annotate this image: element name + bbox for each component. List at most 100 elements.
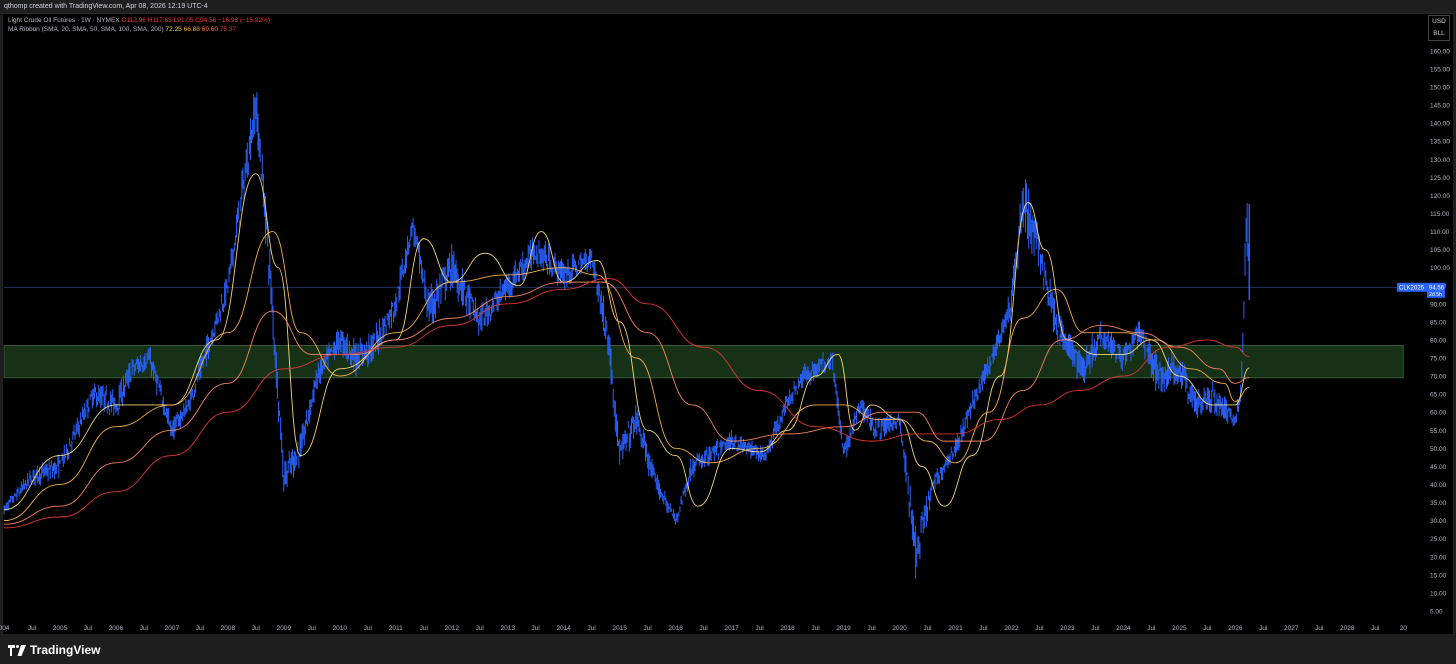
price-chart[interactable]: 5.00 10.00 15.00 20.00 25.00 30.00 35.00 40.00 4… bbox=[0, 0, 1456, 634]
y-tick-label: 100.00 bbox=[1430, 265, 1450, 272]
x-tick-label: 2011 bbox=[389, 625, 403, 632]
x-tick-label: 2018 bbox=[780, 625, 795, 632]
y-tick-label: 75.00 bbox=[1430, 356, 1447, 363]
x-tick-label: 20 bbox=[1400, 625, 1408, 632]
x-tick-label: 004 bbox=[0, 625, 10, 632]
x-tick-label: Jul bbox=[923, 625, 932, 632]
x-tick-label: Jul bbox=[1315, 625, 1324, 632]
y-tick-label: 15.00 bbox=[1430, 572, 1447, 579]
support-zone bbox=[3, 345, 1404, 379]
x-tick-label: Jul bbox=[1091, 625, 1100, 632]
x-tick-label: Jul bbox=[476, 625, 485, 632]
y-tick-label: 155.00 bbox=[1430, 66, 1450, 73]
x-tick-label: 2022 bbox=[1004, 625, 1019, 632]
x-tick-label: Jul bbox=[84, 625, 93, 632]
x-tick-label: Jul bbox=[979, 625, 988, 632]
y-tick-label: 85.00 bbox=[1430, 319, 1447, 326]
x-tick-label: 2005 bbox=[53, 625, 68, 632]
x-tick-label: 2023 bbox=[1060, 625, 1075, 632]
countdown-label: 2d 5h bbox=[1429, 292, 1442, 298]
x-tick-label: 2012 bbox=[445, 625, 460, 632]
x-tick-label: 2015 bbox=[612, 625, 627, 632]
y-tick-label: 10.00 bbox=[1430, 590, 1447, 597]
x-tick-label: Jul bbox=[532, 625, 541, 632]
unit-label: BLL bbox=[1433, 30, 1445, 37]
x-tick-label: 2013 bbox=[500, 625, 515, 632]
y-tick-label: 55.00 bbox=[1430, 428, 1447, 435]
x-tick-label: 2007 bbox=[165, 625, 180, 632]
x-tick-label: Jul bbox=[140, 625, 149, 632]
x-tick-label: Jul bbox=[252, 625, 261, 632]
y-tick-label: 110.00 bbox=[1430, 229, 1450, 236]
indicator-label[interactable]: MA Ribbon (SMA, 20, SMA, 50, SMA, 100, S… bbox=[8, 26, 164, 33]
price-tag-value: 94.56 bbox=[1429, 286, 1445, 292]
symbol-title[interactable]: Light Crude Oil Futures · 1W · NYMEX bbox=[8, 17, 120, 24]
y-tick-label: 80.00 bbox=[1430, 337, 1447, 344]
x-tick-label: Jul bbox=[755, 625, 764, 632]
ma-line-ma200 bbox=[3, 278, 1250, 529]
x-tick-label: Jul bbox=[699, 625, 708, 632]
ma-value-2: 66.88 bbox=[183, 26, 200, 33]
x-tick-label: Jul bbox=[196, 625, 205, 632]
x-tick-label: 2028 bbox=[1340, 625, 1355, 632]
y-tick-label: 30.00 bbox=[1430, 518, 1447, 525]
x-tick-label: Jul bbox=[1259, 625, 1268, 632]
x-tick-label: Jul bbox=[1147, 625, 1156, 632]
x-tick-label: Jul bbox=[364, 625, 373, 632]
y-tick-label: 125.00 bbox=[1430, 175, 1450, 182]
y-tick-label: 65.00 bbox=[1430, 392, 1447, 399]
ma-value-1: 72.25 bbox=[165, 26, 182, 33]
y-tick-label: 25.00 bbox=[1430, 536, 1447, 543]
x-tick-label: Jul bbox=[28, 625, 37, 632]
x-tick-label: 2021 bbox=[948, 625, 963, 632]
x-tick-label: 2008 bbox=[221, 625, 236, 632]
y-tick-label: 45.00 bbox=[1430, 464, 1447, 471]
x-tick-label: Jul bbox=[1035, 625, 1044, 632]
y-tick-label: 150.00 bbox=[1430, 84, 1450, 91]
chart-legend: Light Crude Oil Futures · 1W · NYMEX O11… bbox=[8, 16, 270, 34]
y-tick-label: 90.00 bbox=[1430, 301, 1447, 308]
unit-selector[interactable]: USD BLL bbox=[1428, 15, 1450, 41]
x-tick-label: 2014 bbox=[556, 625, 571, 632]
currency-label: USD bbox=[1432, 18, 1446, 25]
x-tick-label: Jul bbox=[420, 625, 429, 632]
ma-value-4: 75.37 bbox=[219, 26, 237, 33]
y-tick-label: 140.00 bbox=[1430, 121, 1450, 128]
y-tick-label: 145.00 bbox=[1430, 103, 1450, 110]
y-tick-label: 135.00 bbox=[1430, 139, 1450, 146]
x-tick-label: Jul bbox=[1203, 625, 1212, 632]
y-tick-label: 20.00 bbox=[1430, 554, 1447, 561]
x-tick-label: 2006 bbox=[109, 625, 124, 632]
x-tick-label: Jul bbox=[811, 625, 820, 632]
x-tick-label: 2026 bbox=[1228, 625, 1243, 632]
x-tick-label: 2016 bbox=[668, 625, 683, 632]
x-tick-label: 2020 bbox=[892, 625, 907, 632]
y-tick-label: 60.00 bbox=[1430, 410, 1447, 417]
x-tick-label: 2010 bbox=[333, 625, 348, 632]
x-tick-label: Jul bbox=[1371, 625, 1380, 632]
brand-name: TradingView bbox=[30, 643, 101, 657]
y-tick-label: 105.00 bbox=[1430, 247, 1450, 254]
x-tick-label: 2017 bbox=[724, 625, 739, 632]
y-tick-label: 35.00 bbox=[1430, 500, 1447, 507]
y-tick-label: 50.00 bbox=[1430, 446, 1447, 453]
y-tick-label: 115.00 bbox=[1430, 211, 1450, 218]
x-tick-label: Jul bbox=[643, 625, 652, 632]
y-tick-label: 160.00 bbox=[1430, 48, 1450, 55]
footer-bar: TradingView bbox=[0, 634, 1456, 664]
x-tick-label: 2019 bbox=[836, 625, 851, 632]
x-tick-label: Jul bbox=[588, 625, 597, 632]
x-tick-label: 2024 bbox=[1116, 625, 1131, 632]
ohlc-values: O112.96 H117.63 L91.05 C94.56 −16.98 (−1… bbox=[121, 17, 271, 24]
y-tick-label: 70.00 bbox=[1430, 374, 1447, 381]
x-tick-label: 2025 bbox=[1172, 625, 1187, 632]
y-tick-label: 5.00 bbox=[1430, 608, 1443, 615]
x-tick-label: Jul bbox=[867, 625, 876, 632]
y-tick-label: 120.00 bbox=[1430, 193, 1450, 200]
tradingview-logo-icon bbox=[8, 644, 26, 656]
x-tick-label: 2027 bbox=[1284, 625, 1299, 632]
tradingview-logo[interactable]: TradingView bbox=[8, 643, 100, 657]
y-tick-label: 130.00 bbox=[1430, 157, 1450, 164]
x-tick-label: Jul bbox=[308, 625, 317, 632]
ma-line-ma100 bbox=[3, 281, 1250, 525]
